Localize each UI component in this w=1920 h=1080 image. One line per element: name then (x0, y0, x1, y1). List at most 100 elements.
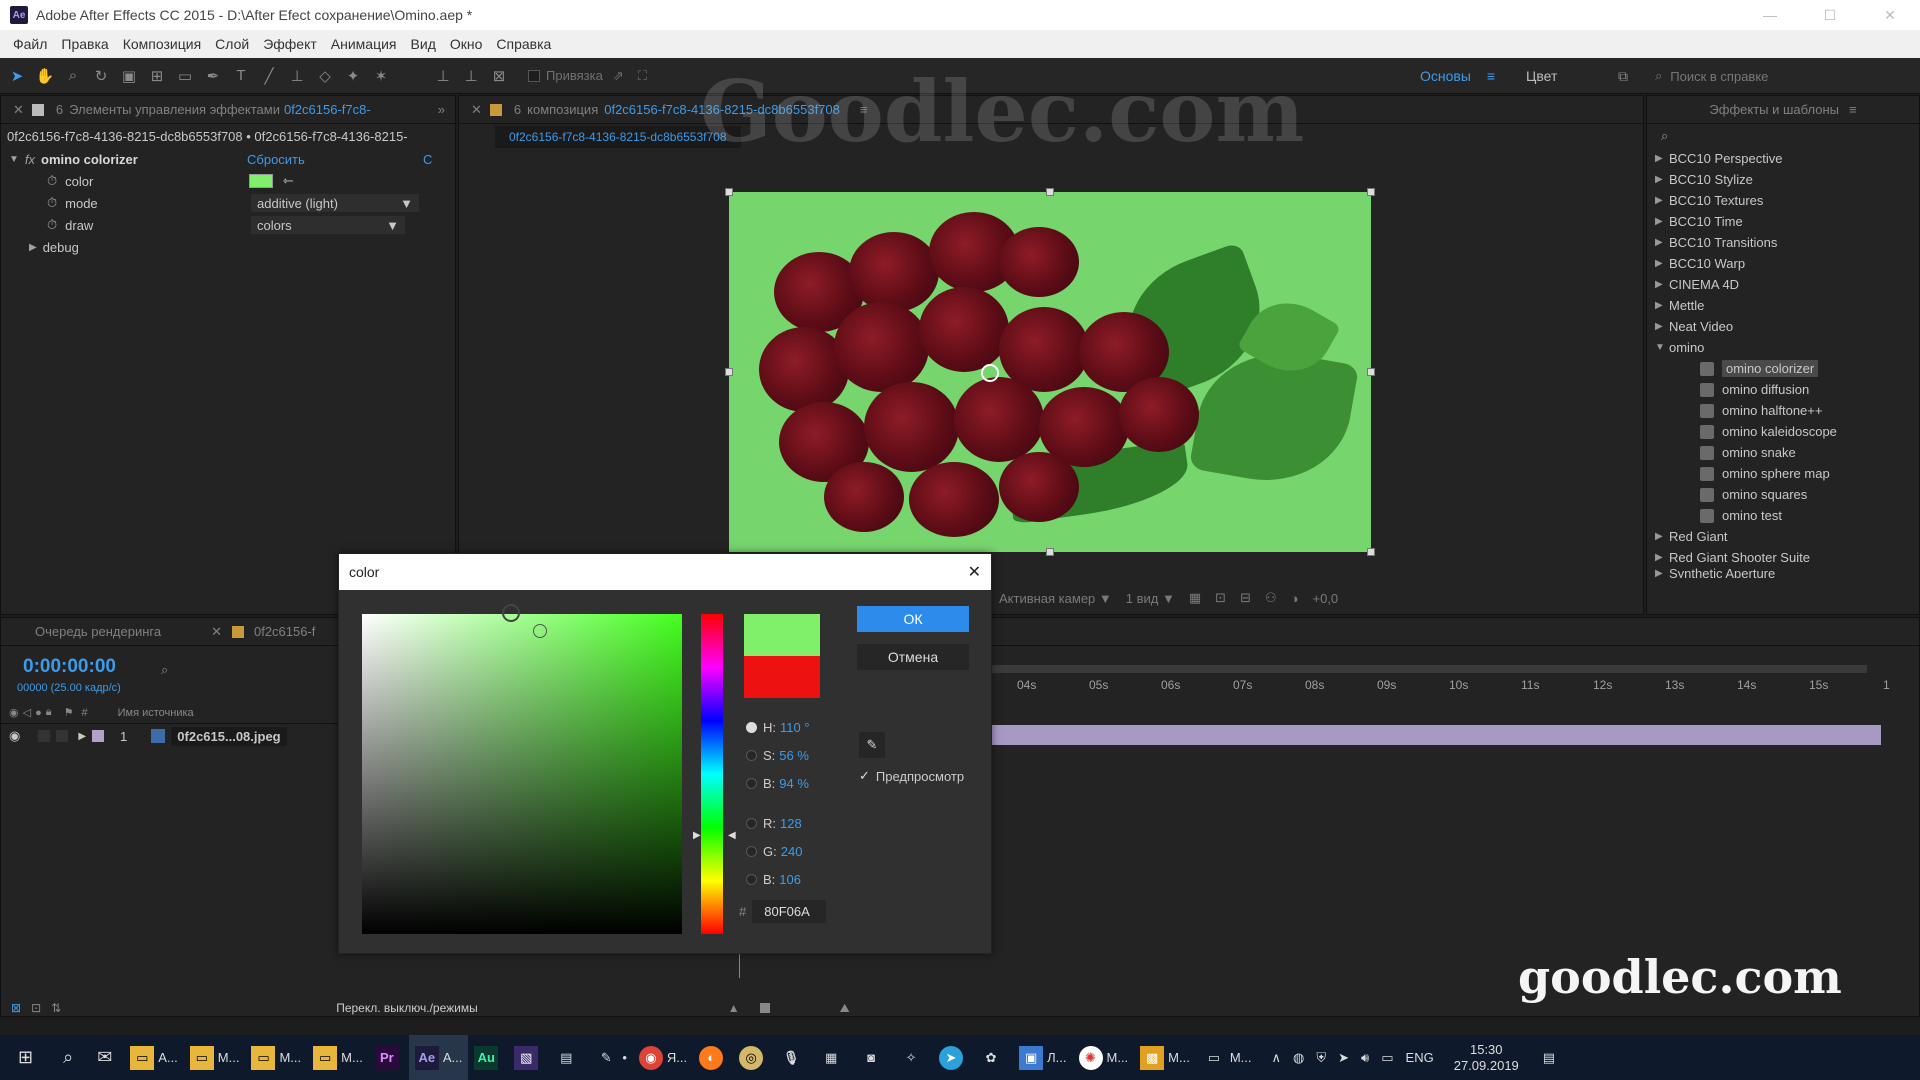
search-icon[interactable]: ⌕ (51, 1035, 85, 1080)
toggle-switches-modes[interactable]: Перекл. выключ./режимы (336, 1001, 478, 1015)
close-panel-icon[interactable]: ✕ (471, 102, 482, 118)
layer-row[interactable]: ◉ ▶ 1 0f2c615...08.jpeg (1, 725, 341, 747)
preview-checkbox-row[interactable]: ✓ Предпросмотр (859, 768, 964, 784)
flowchart-icon[interactable]: ⚇ (1265, 590, 1277, 606)
taskbar-item[interactable]: ▭ M... (1196, 1035, 1258, 1080)
rectangle-tool-icon[interactable]: ▭ (174, 65, 196, 87)
about-link[interactable]: С (423, 152, 432, 167)
exposure-icon[interactable]: ◑ (1291, 591, 1299, 606)
blue-field[interactable]: B: 106 (746, 865, 836, 893)
comp-flowchart-icon[interactable]: ⊠ (11, 1001, 21, 1015)
snap-checkbox[interactable] (528, 69, 540, 82)
effect-item[interactable]: omino diffusion (1655, 379, 1919, 400)
app-icon[interactable]: ✿ (973, 1035, 1013, 1080)
effects-category[interactable]: ▶ Red Giant (1655, 526, 1919, 547)
menu-window[interactable]: Окно (443, 36, 490, 52)
source-name-header[interactable]: Имя источника (118, 707, 194, 719)
collapse-triangle-icon[interactable]: ▶ (29, 242, 37, 253)
effect-controls-tab[interactable]: ✕ 6 Элементы управления эффектами 0f2c61… (1, 96, 455, 124)
zoom-tool-icon[interactable]: ⌕ (62, 65, 84, 87)
transform-handle[interactable] (1367, 548, 1375, 556)
original-color-preview[interactable] (744, 656, 820, 698)
saturation-field[interactable]: S: 56 % (746, 741, 836, 769)
zoom-in-icon[interactable]: ⛰ (840, 1001, 850, 1016)
taskbar-item[interactable]: ✺ M... (1073, 1035, 1135, 1080)
snap-extend-icon[interactable]: ⛶ (638, 68, 647, 84)
microphone-icon[interactable]: 🎙︎ (773, 1035, 813, 1080)
grid-icon[interactable]: ▦ (1189, 590, 1201, 606)
effects-category[interactable]: ▶ BCC10 Warp (1655, 253, 1919, 274)
selection-tool-icon[interactable]: ➤ (6, 65, 28, 87)
type-tool-icon[interactable]: T (230, 65, 252, 87)
stopwatch-icon[interactable]: ⏱ (47, 217, 57, 233)
stopwatch-icon[interactable]: ⏱ (47, 173, 57, 189)
camera-tool-icon[interactable]: ▣ (118, 65, 140, 87)
menu-effect[interactable]: Эффект (256, 36, 324, 52)
label-icon[interactable]: ⚑ (64, 706, 74, 719)
timeline-search-icon[interactable]: ⌕ (161, 662, 168, 678)
app-icon[interactable]: ✧ (893, 1035, 933, 1080)
layer-checkbox[interactable] (38, 730, 51, 742)
effect-item[interactable]: omino test (1655, 505, 1919, 526)
mode-dropdown[interactable]: additive (light) ▼ (251, 194, 419, 212)
views-dropdown[interactable]: 1 вид ▼ (1126, 591, 1175, 606)
hue-slider-left-arrow-icon[interactable]: ▶ (693, 830, 701, 841)
menu-composition[interactable]: Композиция (116, 36, 208, 52)
audition-icon[interactable]: Au (468, 1035, 508, 1080)
workspace-color[interactable]: Цвет (1526, 58, 1557, 94)
effect-item-selected[interactable]: omino colorizer (1655, 358, 1919, 379)
eraser-tool-icon[interactable]: ◇ (314, 65, 336, 87)
menu-view[interactable]: Вид (404, 36, 443, 52)
effects-category[interactable]: ▶ BCC10 Perspective (1655, 148, 1919, 169)
windows-start-icon[interactable]: ⊞ (0, 1035, 51, 1080)
solo-icon[interactable]: ● (35, 707, 42, 719)
layer-name[interactable]: 0f2c615...08.jpeg (171, 726, 287, 746)
telegram-icon[interactable]: ➤ (933, 1035, 973, 1080)
hue-slider-right-arrow-icon[interactable]: ◀ (728, 830, 736, 841)
tray-chevron-icon[interactable]: ∧ (1266, 1035, 1288, 1080)
eyedropper-icon[interactable]: ✎ (859, 732, 885, 758)
effects-category[interactable]: ▶ CINEMA 4D (1655, 274, 1919, 295)
snapshot-icon[interactable]: ⊟ (1240, 590, 1251, 606)
taskbar-item[interactable]: ▭ A... (124, 1035, 184, 1080)
composition-viewer-image[interactable] (729, 192, 1371, 552)
firefox-icon[interactable]: ◐ (693, 1035, 733, 1080)
brush-tool-icon[interactable]: ╱ (258, 65, 280, 87)
effect-item[interactable]: omino snake (1655, 442, 1919, 463)
render-queue-tab[interactable]: Очередь рендеринга (35, 624, 161, 639)
taskbar-item[interactable]: ▭ M... (184, 1035, 246, 1080)
saturation-brightness-field[interactable] (362, 604, 682, 934)
taskbar-item[interactable]: ▣ Л... (1013, 1035, 1072, 1080)
rotation-tool-icon[interactable]: ↻ (90, 65, 112, 87)
toggle-icon[interactable]: ⊡ (31, 1001, 41, 1015)
cancel-button[interactable]: Отмена (857, 644, 969, 670)
effect-item[interactable]: omino squares (1655, 484, 1919, 505)
minimize-button[interactable]: — (1740, 0, 1800, 30)
snap-toggle[interactable]: Привязка ⇗ ⛶ (528, 68, 647, 84)
effect-controls-layer-name[interactable]: 0f2c6156-f7c8- (284, 102, 371, 117)
collapse-triangle-icon[interactable]: ▶ (78, 731, 86, 742)
app-icon[interactable]: ▦ (813, 1035, 853, 1080)
taskbar-item[interactable]: ▭ M... (307, 1035, 369, 1080)
lock-icon[interactable]: 6 (514, 102, 521, 117)
menu-animation[interactable]: Анимация (324, 36, 404, 52)
menu-edit[interactable]: Правка (54, 36, 115, 52)
reset-link[interactable]: Сбросить (247, 152, 305, 167)
view-axis-icon[interactable]: ⊠ (488, 65, 510, 87)
network-icon[interactable]: ▭ (1375, 1035, 1399, 1080)
effects-presets-tab[interactable]: Эффекты и шаблоны ≡ (1647, 96, 1919, 124)
menu-layer[interactable]: Слой (208, 36, 256, 52)
app-icon[interactable]: ▧ (508, 1035, 548, 1080)
brightness-field[interactable]: B: 94 % (746, 769, 836, 797)
param-group-debug[interactable]: ▶ debug (1, 236, 455, 258)
hue-slider[interactable] (701, 614, 723, 934)
transform-handle[interactable] (1367, 188, 1375, 196)
effects-category[interactable]: ▶ BCC10 Transitions (1655, 232, 1919, 253)
tray-icon[interactable]: ◍ (1287, 1035, 1310, 1080)
time-ruler[interactable]: 04s 05s 06s 07s 08s 09s 10s 11s 12s 13s … (991, 678, 1901, 696)
panel-overflow-icon[interactable]: » (438, 102, 445, 117)
layer-checkbox[interactable] (56, 730, 69, 742)
close-panel-icon[interactable]: ✕ (13, 102, 24, 118)
help-search-input[interactable]: ⌕ Поиск в справке (1655, 64, 1855, 88)
layer-duration-bar[interactable] (991, 725, 1881, 745)
